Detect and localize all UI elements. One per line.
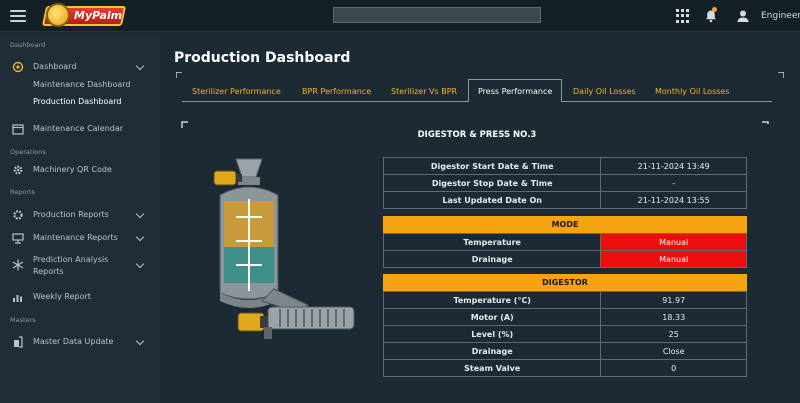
- chart-icon: [13, 295, 22, 302]
- table-cell-label: Digestor Stop Date & Time: [382, 174, 602, 192]
- tab-sterilizer-performance[interactable]: Sterilizer Performance: [192, 80, 281, 102]
- notification-badge: [712, 7, 717, 12]
- table-row: Steam Valve 0: [382, 359, 747, 377]
- mode-header: MODE: [383, 216, 747, 233]
- table-cell-label: Digestor Start Date & Time: [382, 157, 602, 175]
- times-table: Digestor Start Date & Time 21-11-2024 13…: [382, 157, 747, 209]
- table-cell-label: Drainage: [382, 342, 602, 360]
- chevron-down-icon: [135, 61, 145, 71]
- table-row: Last Updated Date On 21-11-2024 13:55: [382, 191, 747, 209]
- sidebar-item-label: Maintenance Calendar: [33, 124, 124, 133]
- tab-press-performance[interactable]: Press Performance: [468, 79, 563, 102]
- sidebar: Dashboard Dashboard Maintenance Dashboar…: [0, 33, 160, 403]
- table-row: Digestor Stop Date & Time -: [382, 174, 747, 192]
- master-data-icon: [14, 336, 23, 348]
- table-cell-label: Steam Valve: [382, 359, 602, 377]
- table-cell-value: 25: [600, 325, 747, 343]
- dashboard-icon: [12, 61, 24, 73]
- tab-sterilizer-vs-bpr[interactable]: Sterilizer Vs BPR: [391, 80, 457, 102]
- tab-monthly-oil-losses[interactable]: Monthly Oil Losses: [655, 80, 730, 102]
- section-label-reports: Reports: [10, 188, 35, 196]
- sidebar-item-label: Prediction Analysis: [33, 255, 109, 264]
- chevron-down-icon: [135, 259, 145, 269]
- sidebar-item-label: Production Reports: [33, 210, 109, 219]
- sidebar-item-dashboard[interactable]: Dashboard: [0, 59, 160, 75]
- table-row: Drainage Manual: [382, 250, 747, 268]
- table-cell-label: Level (%): [382, 325, 602, 343]
- sidebar-item-maintenance-reports[interactable]: Maintenance Reports: [0, 230, 160, 246]
- table-row: Temperature (°C) 91.97: [382, 291, 747, 309]
- sidebar-item-label-line2: Reports: [33, 267, 64, 276]
- chevron-down-icon: [135, 232, 145, 242]
- menu-icon[interactable]: [10, 10, 26, 22]
- status-cell-manual: Manual: [600, 250, 747, 268]
- logo-badge-icon: [46, 3, 70, 27]
- table-cell-value: 0: [600, 359, 747, 377]
- user-icon[interactable]: [736, 9, 750, 23]
- table-row: Motor (A) 18.33: [382, 308, 747, 326]
- table-cell-value: 21-11-2024 13:49: [600, 157, 747, 175]
- mode-table: Temperature Manual Drainage Manual: [382, 233, 747, 268]
- maintenance-icon: [12, 233, 24, 244]
- table-row: Level (%) 25: [382, 325, 747, 343]
- table-cell-value: 91.97: [600, 291, 747, 309]
- chevron-down-icon: [135, 209, 145, 219]
- top-bar: MyPalm Engineer: [0, 0, 800, 32]
- search-input[interactable]: [333, 7, 541, 23]
- digestor-table: Temperature (°C) 91.97 Motor (A) 18.33 L…: [382, 291, 747, 377]
- gear-icon: [13, 165, 23, 175]
- table-row: Drainage Close: [382, 342, 747, 360]
- section-label-masters: Masters: [10, 316, 36, 324]
- table-cell-label: Drainage: [382, 250, 602, 268]
- reports-gear-icon: [13, 210, 23, 220]
- sidebar-item-weekly-report[interactable]: Weekly Report: [0, 289, 160, 305]
- table-cell-label: Last Updated Date On: [382, 191, 602, 209]
- digestor-illustration: [213, 158, 355, 339]
- sidebar-item-label: Dashboard: [33, 62, 77, 71]
- sidebar-item-label: Maintenance Reports: [33, 233, 118, 242]
- logo-text: MyPalm: [74, 9, 123, 22]
- sidebar-item-production-reports[interactable]: Production Reports: [0, 207, 160, 223]
- table-cell-value: 18.33: [600, 308, 747, 326]
- table-cell-label: Temperature: [382, 233, 602, 251]
- table-row: Digestor Start Date & Time 21-11-2024 13…: [382, 157, 747, 175]
- section-label-operations: Operations: [10, 148, 46, 156]
- section-label-dashboard: Dashboard: [10, 41, 46, 49]
- sidebar-item-production-dashboard[interactable]: Production Dashboard: [33, 97, 122, 106]
- sidebar-item-machinery-qr[interactable]: Machinery QR Code: [0, 162, 160, 178]
- table-cell-value: 21-11-2024 13:55: [600, 191, 747, 209]
- chevron-down-icon: [135, 336, 145, 346]
- tab-bpr-performance[interactable]: BPR Performance: [302, 80, 371, 102]
- sidebar-item-label: Master Data Update: [33, 337, 114, 346]
- page-title: Production Dashboard: [174, 50, 351, 66]
- sidebar-item-label: Machinery QR Code: [33, 165, 112, 174]
- apps-grid-icon[interactable]: [676, 9, 690, 23]
- panel-title: DIGESTOR & PRESS NO.3: [417, 130, 537, 140]
- table-cell-label: Motor (A): [382, 308, 602, 326]
- sidebar-item-prediction-analysis[interactable]: Prediction Analysis Reports: [0, 254, 160, 280]
- table-cell-value: -: [600, 174, 747, 192]
- sidebar-item-label: Weekly Report: [33, 292, 91, 301]
- sidebar-item-master-data[interactable]: Master Data Update: [0, 334, 160, 350]
- table-cell-label: Temperature (°C): [382, 291, 602, 309]
- digestor-header: DIGESTOR: [383, 274, 747, 291]
- table-cell-value: Close: [600, 342, 747, 360]
- calendar-icon: [12, 124, 24, 135]
- status-cell-manual: Manual: [600, 233, 747, 251]
- sidebar-item-maintenance-dashboard[interactable]: Maintenance Dashboard: [33, 80, 130, 89]
- snowflake-icon: [12, 259, 24, 271]
- tab-daily-oil-losses[interactable]: Daily Oil Losses: [573, 80, 636, 102]
- table-row: Temperature Manual: [382, 233, 747, 251]
- user-name[interactable]: Engineer: [761, 11, 800, 21]
- sidebar-item-maintenance-calendar[interactable]: Maintenance Calendar: [0, 121, 160, 137]
